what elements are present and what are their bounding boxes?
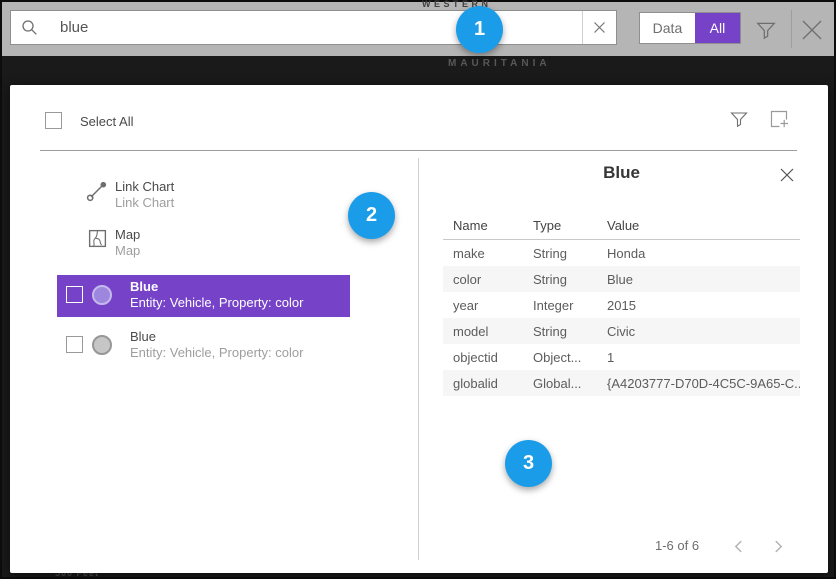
result-subtitle: Link Chart — [115, 195, 174, 210]
list-detail-divider — [418, 158, 419, 560]
close-icon — [779, 167, 795, 183]
filter-icon — [730, 110, 748, 128]
cell-value: Blue — [607, 272, 800, 287]
cell-name: model — [453, 324, 533, 339]
cell-name: globalid — [453, 376, 533, 391]
pagination-next-button[interactable] — [766, 534, 790, 558]
cell-value: 2015 — [607, 298, 800, 313]
table-row: makeStringHonda — [443, 240, 800, 266]
add-to-selection-button[interactable] — [765, 105, 793, 133]
result-title: Blue — [130, 329, 156, 344]
cell-type: Integer — [533, 298, 607, 313]
column-value: Value — [607, 218, 800, 238]
clear-search-button[interactable] — [583, 11, 616, 44]
cell-type: String — [533, 324, 607, 339]
callout-badge-1: 1 — [456, 6, 503, 53]
panel-filter-button[interactable] — [726, 106, 752, 132]
table-header: Name Type Value — [443, 218, 800, 238]
cell-name: color — [453, 272, 533, 287]
result-checkbox[interactable] — [66, 336, 83, 353]
toggle-option-data[interactable]: Data — [640, 13, 695, 43]
table-row: colorStringBlue — [443, 266, 800, 292]
result-subtitle: Entity: Vehicle, Property: color — [130, 345, 303, 360]
cell-name: make — [453, 246, 533, 261]
chevron-right-icon — [774, 539, 783, 554]
map-icon — [87, 228, 108, 254]
toggle-option-all[interactable]: All — [695, 13, 740, 43]
result-title: Blue — [130, 279, 158, 294]
link-chart-icon — [85, 179, 109, 208]
result-subtitle: Map — [115, 243, 140, 258]
cell-type: Global... — [533, 376, 607, 391]
select-all-checkbox[interactable] — [45, 112, 62, 129]
cell-value: Honda — [607, 246, 800, 261]
data-all-toggle: Data All — [639, 12, 741, 44]
table-row: yearInteger2015 — [443, 292, 800, 318]
cell-value: {A4203777-D70D-4C5C-9A65-C... — [607, 376, 800, 391]
toolbar-close-button[interactable] — [797, 15, 827, 45]
result-item-blue-selected[interactable]: Blue Entity: Vehicle, Property: color — [57, 275, 350, 317]
cell-value: 1 — [607, 350, 800, 365]
result-item-link-chart[interactable]: Link Chart Link Chart — [57, 175, 350, 219]
result-title: Map — [115, 227, 140, 242]
table-row: objectidObject...1 — [443, 344, 800, 370]
result-checkbox[interactable] — [66, 286, 83, 303]
entity-circle-icon — [92, 285, 112, 305]
search-toolbar: WESTERN Data All — [2, 2, 834, 56]
column-name: Name — [453, 218, 533, 238]
header-divider — [40, 150, 797, 151]
callout-badge-2: 2 — [348, 192, 395, 239]
callout-badge-3: 3 — [505, 440, 552, 487]
result-item-map[interactable]: Map Map — [57, 223, 350, 267]
column-type: Type — [533, 218, 607, 238]
pagination-label: 1-6 of 6 — [655, 538, 699, 553]
cell-type: Object... — [533, 350, 607, 365]
result-item-blue[interactable]: Blue Entity: Vehicle, Property: color — [57, 325, 350, 367]
clear-icon — [593, 21, 606, 34]
pagination-prev-button[interactable] — [726, 534, 750, 558]
table-row: modelStringCivic — [443, 318, 800, 344]
close-icon — [800, 18, 824, 42]
table-row: globalidGlobal...{A4203777-D70D-4C5C-9A6… — [443, 370, 800, 396]
select-all-label: Select All — [80, 114, 133, 129]
map-label-mauritania: MAURITANIA — [448, 58, 551, 69]
toolbar-filter-button[interactable] — [752, 16, 780, 44]
filter-icon — [756, 20, 776, 40]
search-results-panel: Select All Link Chart Link Chart Map Map… — [10, 85, 828, 573]
result-subtitle: Entity: Vehicle, Property: color — [130, 295, 303, 310]
result-title: Link Chart — [115, 179, 174, 194]
cell-type: String — [533, 272, 607, 287]
search-icon — [11, 19, 47, 36]
toolbar-divider — [791, 10, 792, 48]
detail-title: Blue — [443, 163, 800, 183]
cell-name: year — [453, 298, 533, 313]
detail-close-button[interactable] — [775, 163, 799, 187]
cell-name: objectid — [453, 350, 533, 365]
cell-type: String — [533, 246, 607, 261]
add-to-selection-icon — [768, 108, 790, 130]
chevron-left-icon — [734, 539, 743, 554]
entity-circle-icon — [92, 335, 112, 355]
cell-value: Civic — [607, 324, 800, 339]
search-bar — [10, 10, 617, 45]
